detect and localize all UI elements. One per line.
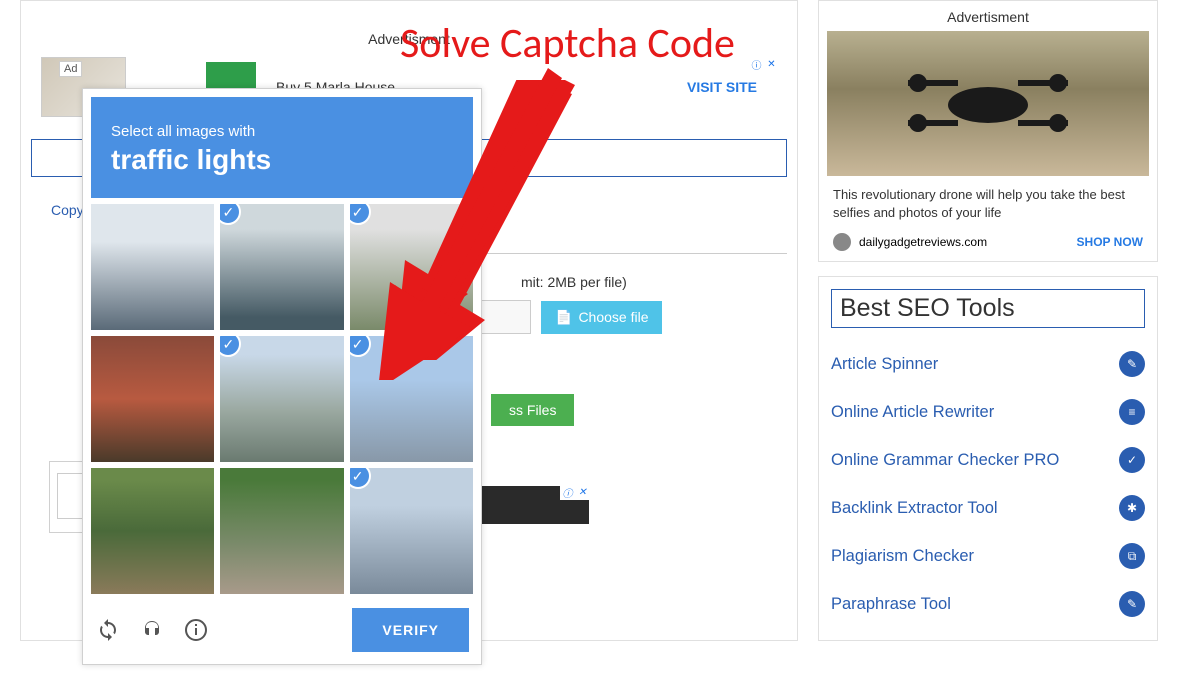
sidebar-ad-box: Advertisment Ad ⓘ✕ This revolutionary dr…: [818, 0, 1158, 262]
seo-item[interactable]: Online Grammar Checker PRO ✓: [831, 436, 1145, 484]
tool-icon: ✎: [1119, 351, 1145, 377]
visit-site-link[interactable]: VISIT SITE: [687, 79, 757, 95]
choose-file-label: Choose file: [578, 309, 648, 325]
sidebar: Advertisment Ad ⓘ✕ This revolutionary dr…: [818, 0, 1158, 641]
seo-link[interactable]: Article Spinner: [831, 355, 938, 374]
seo-link[interactable]: Online Article Rewriter: [831, 403, 994, 422]
tool-icon: ⧉: [1119, 543, 1145, 569]
seo-item[interactable]: Plagiarism Checker ⧉: [831, 532, 1145, 580]
seo-item[interactable]: Paraphrase Tool ✎: [831, 580, 1145, 628]
ad-badge: Ad: [59, 61, 82, 77]
annotation-arrow-shape: [300, 60, 580, 380]
shop-now-link[interactable]: SHOP NOW: [1077, 235, 1143, 249]
seo-item[interactable]: Online Article Rewriter ≡: [831, 388, 1145, 436]
ad-domain: dailygadgetreviews.com: [859, 235, 987, 249]
tool-icon: ✱: [1119, 495, 1145, 521]
tool-icon: ✓: [1119, 447, 1145, 473]
seo-link[interactable]: Paraphrase Tool: [831, 595, 951, 614]
check-icon: ✓: [220, 336, 241, 357]
drone-icon: [888, 60, 1088, 140]
captcha-tile[interactable]: [91, 204, 214, 330]
seo-item[interactable]: Backlink Extractor Tool ✱: [831, 484, 1145, 532]
verify-button[interactable]: VERIFY: [352, 608, 469, 652]
adchoices-icon[interactable]: ⓘ✕: [749, 57, 779, 72]
seo-item[interactable]: Article Spinner ✎: [831, 340, 1145, 388]
captcha-tile[interactable]: ✓: [350, 468, 473, 594]
info-icon[interactable]: [183, 617, 209, 643]
adchoices-icon[interactable]: ⓘ✕: [560, 485, 590, 500]
sidebar-ad-label: Advertisment: [827, 9, 1149, 25]
reload-icon[interactable]: [95, 617, 121, 643]
tool-icon: ≡: [1119, 399, 1145, 425]
check-icon: ✓: [350, 468, 371, 489]
audio-icon[interactable]: [139, 617, 165, 643]
seo-link[interactable]: Backlink Extractor Tool: [831, 499, 998, 518]
captcha-footer: VERIFY: [83, 594, 481, 664]
process-files-button[interactable]: ss Files: [491, 394, 574, 426]
seo-link[interactable]: Online Grammar Checker PRO: [831, 451, 1059, 470]
drone-ad-caption: This revolutionary drone will help you t…: [827, 176, 1149, 229]
seo-tools-title: Best SEO Tools: [831, 289, 1145, 328]
captcha-tile[interactable]: [91, 336, 214, 462]
tool-icon: ✎: [1119, 591, 1145, 617]
annotation-text: Solve Captcha Code: [400, 18, 735, 69]
drone-ad-image[interactable]: [827, 31, 1149, 176]
copy-link[interactable]: Copy: [51, 202, 84, 218]
check-icon: ✓: [220, 204, 241, 225]
globe-icon: [833, 233, 851, 251]
captcha-tile[interactable]: [91, 468, 214, 594]
captcha-tile[interactable]: [220, 468, 343, 594]
seo-link[interactable]: Plagiarism Checker: [831, 547, 974, 566]
seo-tools-box: Best SEO Tools Article Spinner ✎ Online A…: [818, 276, 1158, 641]
